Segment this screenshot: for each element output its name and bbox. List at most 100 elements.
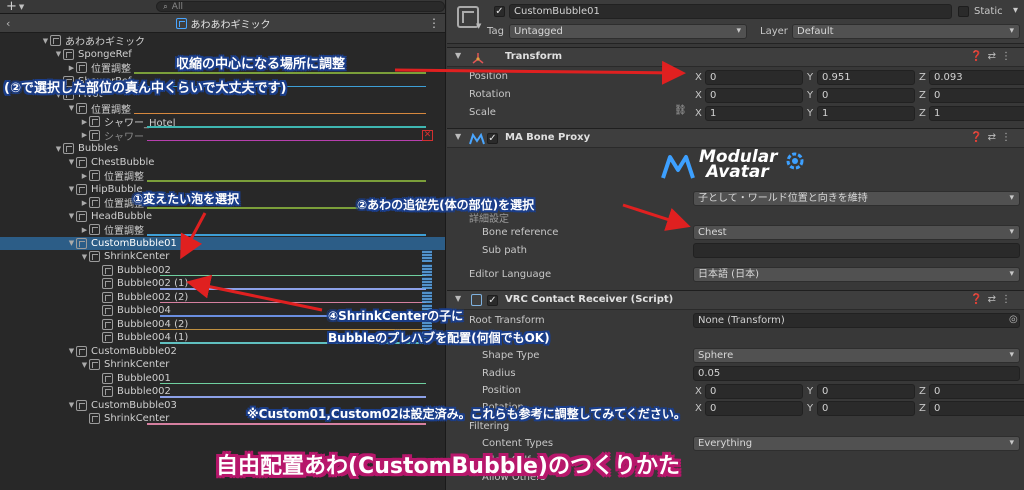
object-picker-icon[interactable]: ◎	[1009, 314, 1018, 325]
hierarchy-row[interactable]: ▼ ShrinkCenter	[0, 250, 445, 264]
chevron-down-icon[interactable]: ▼	[476, 22, 481, 30]
bone-reference-dropdown[interactable]: Chest	[693, 225, 1020, 240]
expand-toggle-icon[interactable]: ▼	[80, 361, 89, 369]
expand-toggle-icon[interactable]: ▶	[80, 226, 89, 234]
hierarchy-row[interactable]: Bubble002	[0, 263, 445, 278]
expand-toggle-icon[interactable]: ▼	[67, 185, 76, 193]
gameobject-icon	[89, 170, 100, 182]
hierarchy-row[interactable]: ▼ ShrinkCenter	[0, 358, 445, 372]
hierarchy-row[interactable]: Bubble002 (1)	[0, 277, 445, 291]
component-actions[interactable]: ❓⇄⋮	[970, 132, 1016, 143]
layer-dropdown[interactable]: Default	[792, 24, 1020, 39]
gameobject-icon	[76, 399, 87, 411]
expand-toggle-icon[interactable]: ▶	[67, 64, 76, 72]
contact-position-x-field[interactable]: 0	[705, 384, 803, 399]
search-input[interactable]: ⌕ All	[156, 1, 445, 12]
expand-toggle-icon[interactable]: ▼	[67, 347, 76, 355]
bone-proxy-header[interactable]: ▼ ✓ MA Bone Proxy ❓⇄⋮	[447, 128, 1024, 148]
more-icon[interactable]: ⋮	[428, 16, 440, 30]
shape-type-dropdown[interactable]: Sphere	[693, 348, 1020, 363]
rotation-z-field[interactable]: 0	[929, 88, 1024, 103]
component-actions[interactable]: ❓⇄⋮	[970, 51, 1016, 62]
constrain-scale-icon[interactable]: ⛓	[674, 105, 687, 116]
search-placeholder: All	[171, 1, 183, 12]
contact-rotation-z-field[interactable]: 0	[929, 401, 1024, 416]
expand-toggle-icon[interactable]: ▼	[54, 50, 63, 58]
bone-proxy-enabled-checkbox[interactable]: ✓	[487, 133, 498, 144]
hierarchy-row[interactable]: ▶ シャワー ✕	[0, 129, 445, 143]
hierarchy-row[interactable]: Bubble001	[0, 372, 445, 386]
static-checkbox[interactable]	[958, 6, 969, 17]
gameobject-icon	[89, 129, 100, 141]
position-x-field[interactable]: 0	[705, 70, 803, 85]
expand-toggle-icon[interactable]: ▼	[67, 401, 76, 409]
root-transform-label: Root Transform	[469, 315, 545, 326]
add-icon[interactable]: +	[6, 0, 17, 13]
position-y-field[interactable]: 0.951	[817, 70, 915, 85]
gameobject-header: ▼ ✓ CustomBubble01 Static ▾ Tag Untagged…	[447, 0, 1024, 44]
contact-position-z-field[interactable]: 0	[929, 384, 1024, 399]
expand-toggle-icon[interactable]: ▼	[67, 158, 76, 166]
hierarchy-row-label: 位置調整	[91, 64, 131, 76]
search-icon: ⌕	[163, 1, 168, 11]
expand-toggle-icon[interactable]: ▼	[67, 212, 76, 220]
hierarchy-row[interactable]: ▶ 位置調整	[0, 223, 445, 237]
hierarchy-row[interactable]: ▼ CustomBubble02	[0, 345, 445, 359]
contact-receiver-enabled-checkbox[interactable]: ✓	[487, 295, 498, 306]
expand-toggle-icon[interactable]: ▼	[80, 253, 89, 261]
expand-toggle-icon[interactable]: ▶	[80, 118, 89, 126]
expand-toggle-icon[interactable]: ▶	[80, 172, 89, 180]
contact-rotation-y-field[interactable]: 0	[817, 401, 915, 416]
annotation-title: 自由配置あわ(CustomBubble)のつくりかた	[216, 454, 680, 479]
position-z-field[interactable]: 0.093	[929, 70, 1024, 85]
content-types-dropdown[interactable]: Everything	[693, 436, 1020, 451]
rotation-y-field[interactable]: 0	[817, 88, 915, 103]
hierarchy-row-label: CustomBubble03	[91, 399, 177, 411]
static-dropdown-icon[interactable]: ▾	[1013, 5, 1018, 16]
chevron-down-icon[interactable]: ▼	[19, 3, 24, 11]
hierarchy-row-label: SpongeRef	[78, 48, 132, 60]
hierarchy-row[interactable]: Bubble002	[0, 385, 445, 399]
hierarchy-row[interactable]: ▼ ChestBubble	[0, 156, 445, 170]
expand-toggle-icon[interactable]: ▼	[41, 37, 50, 45]
component-actions[interactable]: ❓⇄⋮	[970, 294, 1016, 305]
hierarchy-row-label: ChestBubble	[91, 156, 155, 168]
hierarchy-row[interactable]: ▶ シャワー_Hotel	[0, 115, 445, 129]
sub-path-field[interactable]	[693, 243, 1020, 258]
attachment-mode-dropdown[interactable]: 子として・ワールド位置と向きを維持	[693, 191, 1020, 206]
contact-rotation-x-field[interactable]: 0	[705, 401, 803, 416]
hierarchy-row[interactable]: ▼ CustomBubble01	[0, 236, 445, 250]
scale-z-field[interactable]: 1	[929, 106, 1024, 121]
active-checkbox[interactable]: ✓	[494, 6, 505, 17]
root-transform-field[interactable]: None (Transform)	[693, 313, 1020, 328]
expand-toggle-icon[interactable]: ▼	[67, 239, 76, 247]
rotation-x-field[interactable]: 0	[705, 88, 803, 103]
foldout-icon[interactable]: ▼	[455, 51, 461, 60]
transform-header[interactable]: ▼ Transform ❓⇄⋮	[447, 47, 1024, 67]
editor-language-dropdown[interactable]: 日本語 (日本)	[693, 267, 1020, 282]
hierarchy-row[interactable]: ▶ 位置調整	[0, 169, 445, 183]
expand-toggle-icon[interactable]: ▼	[67, 104, 76, 112]
expand-toggle-icon[interactable]: ▶	[80, 131, 89, 139]
foldout-icon[interactable]: ▼	[455, 132, 461, 141]
hierarchy-row[interactable]: Bubble002 (2)	[0, 290, 445, 305]
contact-receiver-header[interactable]: ▼ ✓ VRC Contact Receiver (Script) ❓⇄⋮	[447, 290, 1024, 310]
hierarchy-row[interactable]: ▼ あわあわギミック	[0, 34, 445, 48]
scale-x-field[interactable]: 1	[705, 106, 803, 121]
radius-field[interactable]: 0.05	[693, 366, 1020, 381]
hierarchy-row[interactable]: ▼ 位置調整	[0, 102, 445, 116]
expand-toggle-icon[interactable]: ▼	[54, 145, 63, 153]
prefab-marker-icon	[422, 263, 432, 276]
script-icon	[471, 294, 482, 306]
back-icon[interactable]: ‹	[6, 17, 10, 30]
layer-label: Layer	[760, 26, 788, 37]
foldout-icon[interactable]: ▼	[455, 294, 461, 303]
scale-y-field[interactable]: 1	[817, 106, 915, 121]
hierarchy-row[interactable]: ▼ Bubbles	[0, 142, 445, 156]
modular-avatar-logo: Modular Avatar	[661, 149, 811, 182]
tag-dropdown[interactable]: Untagged	[509, 24, 747, 39]
expand-toggle-icon[interactable]: ▶	[80, 199, 89, 207]
contact-position-y-field[interactable]: 0	[817, 384, 915, 399]
prefab-title: あわあわギミック	[190, 19, 271, 31]
name-field[interactable]: CustomBubble01	[509, 4, 952, 19]
